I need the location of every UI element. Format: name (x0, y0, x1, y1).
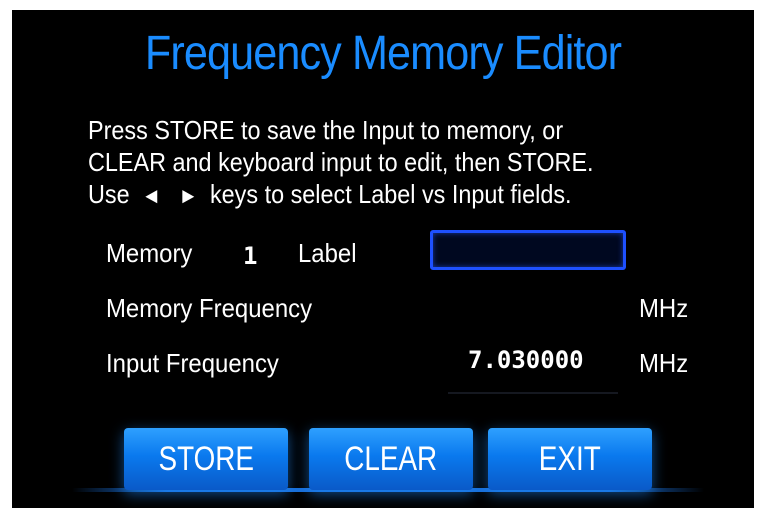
memory-label: Memory (106, 238, 193, 268)
right-arrow-icon: ► (178, 183, 199, 208)
instructions: Press STORE to save the Input to memory,… (88, 114, 664, 212)
label-field-label: Label (298, 238, 357, 268)
page-title: Frequency Memory Editor (144, 27, 622, 80)
instruction-line-1: Press STORE to save the Input to memory,… (88, 115, 564, 145)
memory-frequency-unit: MHz (639, 293, 689, 323)
left-arrow-icon: ◄ (141, 183, 162, 208)
store-button-label: STORE (158, 439, 254, 478)
instruction-line-3-suffix: keys to select Label vs Input fields. (209, 179, 572, 209)
store-button[interactable]: STORE (124, 428, 288, 490)
exit-button-label: EXIT (539, 439, 601, 478)
instruction-line-3-prefix: Use (88, 179, 130, 209)
input-frequency-value[interactable]: 7.030000 (468, 346, 584, 374)
instruction-line-2: CLEAR and keyboard input to edit, then S… (88, 147, 594, 177)
editor-screen: Frequency Memory Editor Press STORE to s… (12, 10, 754, 508)
label-input[interactable] (430, 230, 626, 270)
memory-number: 1 (243, 242, 258, 270)
input-frequency-underline (448, 392, 618, 394)
exit-button[interactable]: EXIT (488, 428, 652, 490)
memory-frequency-label: Memory Frequency (106, 293, 313, 323)
clear-button[interactable]: CLEAR (309, 428, 473, 490)
clear-button-label: CLEAR (344, 439, 438, 478)
instruction-line-3: Use ◄ ► keys to select Label vs Input fi… (88, 178, 664, 212)
input-frequency-unit: MHz (639, 348, 689, 378)
input-frequency-label: Input Frequency (106, 348, 279, 378)
